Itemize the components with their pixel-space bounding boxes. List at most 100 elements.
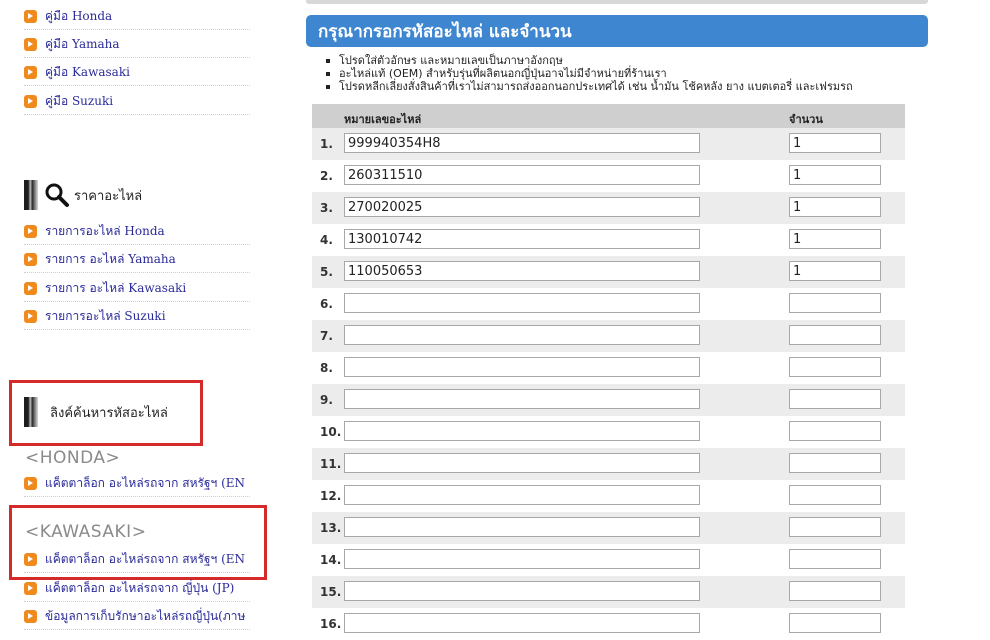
quantity-input[interactable] — [789, 325, 881, 345]
table-row: 12. — [312, 480, 905, 512]
table-row: 4. — [312, 224, 905, 256]
square-bullet-icon — [326, 84, 330, 89]
table-row: 16. — [312, 608, 905, 640]
link-label: แค็ตตาล็อก อะไหล่รถจาก ญี่ปุ่น (JP) — [45, 580, 235, 595]
quantity-input[interactable] — [789, 165, 881, 185]
link-label: แค็ตตาล็อก อะไหล่รถจาก สหรัฐฯ (EN — [45, 551, 246, 566]
quantity-input[interactable] — [789, 261, 881, 281]
quantity-input[interactable] — [789, 389, 881, 409]
part-number-input[interactable] — [344, 581, 700, 601]
part-number-input[interactable] — [344, 325, 700, 345]
sidebar-link-honda-us-catalog[interactable]: แค็ตตาล็อก อะไหล่รถจาก สหรัฐฯ (EN — [24, 470, 250, 497]
part-number-input[interactable] — [344, 229, 700, 249]
main-content: กรุณากรอกรหัสอะไหล่ และจำนวน โปรดใส่ตัวอ… — [306, 0, 928, 635]
row-number: 4. — [320, 233, 333, 247]
row-number: 14. — [320, 553, 342, 567]
arrow-bullet-icon — [24, 37, 37, 51]
column-header-qty: จำนวน — [789, 113, 823, 126]
table-row: 14. — [312, 544, 905, 576]
row-number: 10. — [320, 425, 342, 439]
sidebar-link-manual-yamaha[interactable]: คู่มือ Yamaha — [24, 31, 250, 58]
sidebar-link-manual-honda[interactable]: คู่มือ Honda — [24, 3, 250, 30]
row-number: 13. — [320, 521, 342, 535]
search-icon — [45, 183, 69, 207]
column-header-part: หมายเลขอะไหล่ — [344, 113, 422, 126]
form-banner: กรุณากรอกรหัสอะไหล่ และจำนวน — [306, 15, 928, 47]
sidebar-link-price-suzuki[interactable]: รายการอะไหล่ Suzuki — [24, 303, 250, 330]
quantity-input[interactable] — [789, 453, 881, 473]
banner-title: กรุณากรอกรหัสอะไหล่ และจำนวน — [318, 21, 572, 42]
arrow-bullet-icon — [24, 94, 37, 108]
part-order-table: หมายเลขอะไหล่ จำนวน 1. 2. 3. 4. 5. 6. 7. 8. 9. 10… — [312, 104, 905, 640]
part-number-input[interactable] — [344, 485, 700, 505]
quantity-input[interactable] — [789, 293, 881, 313]
honda-heading: <HONDA> — [25, 448, 121, 468]
instruction-item: โปรดใส่ตัวอักษร และหมายเลขเป็นภาษาอังกฤษ — [326, 54, 853, 67]
sidebar-link-kawasaki-storage-info[interactable]: ข้อมูลการเก็บรักษาอะไหล่รถญี่ปุ่น(ภาษ — [24, 603, 250, 630]
sidebar-link-price-honda[interactable]: รายการอะไหล่ Honda — [24, 218, 250, 245]
part-number-input[interactable] — [344, 517, 700, 537]
arrow-bullet-icon — [24, 581, 37, 595]
link-label: คู่มือ Honda — [45, 8, 113, 23]
tire-icon — [24, 397, 38, 427]
table-row: 5. — [312, 256, 905, 288]
quantity-input[interactable] — [789, 133, 881, 153]
arrow-bullet-icon — [24, 9, 37, 23]
quantity-input[interactable] — [789, 197, 881, 217]
table-row: 2. — [312, 160, 905, 192]
quantity-input[interactable] — [789, 357, 881, 377]
quantity-input[interactable] — [789, 581, 881, 601]
table-row: 7. — [312, 320, 905, 352]
part-number-input[interactable] — [344, 133, 700, 153]
part-number-input[interactable] — [344, 197, 700, 217]
arrow-bullet-icon — [24, 65, 37, 79]
row-number: 1. — [320, 137, 333, 151]
table-row: 6. — [312, 288, 905, 320]
row-number: 9. — [320, 393, 333, 407]
sidebar-link-manual-suzuki[interactable]: คู่มือ Suzuki — [24, 88, 250, 115]
quantity-input[interactable] — [789, 549, 881, 569]
instructions-list: โปรดใส่ตัวอักษร และหมายเลขเป็นภาษาอังกฤษ… — [326, 54, 853, 93]
part-number-input[interactable] — [344, 293, 700, 313]
table-row: 3. — [312, 192, 905, 224]
instruction-item: โปรดหลีกเลี่ยงสั่งสินค้าที่เราไม่สามารถส… — [326, 80, 853, 93]
quantity-input[interactable] — [789, 517, 881, 537]
table-header: หมายเลขอะไหล่ จำนวน — [312, 104, 905, 128]
row-number: 3. — [320, 201, 333, 215]
part-number-input[interactable] — [344, 613, 700, 633]
row-number: 11. — [320, 457, 342, 471]
part-number-input[interactable] — [344, 421, 700, 441]
sidebar-link-price-yamaha[interactable]: รายการ อะไหล่ Yamaha — [24, 246, 250, 273]
table-row: 11. — [312, 448, 905, 480]
quantity-input[interactable] — [789, 421, 881, 441]
sidebar-link-manual-kawasaki[interactable]: คู่มือ Kawasaki — [24, 59, 250, 86]
row-number: 2. — [320, 169, 333, 183]
part-number-input[interactable] — [344, 261, 700, 281]
price-section-title: ราคาอะไหล่ — [74, 188, 143, 204]
arrow-bullet-icon — [24, 552, 37, 566]
sidebar-link-price-kawasaki[interactable]: รายการ อะไหล่ Kawasaki — [24, 275, 250, 302]
arrow-bullet-icon — [24, 224, 37, 238]
square-bullet-icon — [326, 71, 330, 76]
link-label: รายการอะไหล่ Honda — [45, 223, 165, 238]
part-number-input[interactable] — [344, 357, 700, 377]
quantity-input[interactable] — [789, 485, 881, 505]
instruction-item: อะไหล่แท้ (OEM) สำหรับรุ่นที่ผลิตนอกญี่ป… — [326, 67, 853, 80]
row-number: 12. — [320, 489, 342, 503]
sidebar-link-kawasaki-us-catalog[interactable]: แค็ตตาล็อก อะไหล่รถจาก สหรัฐฯ (EN — [24, 546, 250, 573]
part-number-input[interactable] — [344, 549, 700, 569]
part-number-input[interactable] — [344, 165, 700, 185]
part-number-input[interactable] — [344, 389, 700, 409]
part-number-input[interactable] — [344, 453, 700, 473]
sidebar-link-kawasaki-jp-catalog[interactable]: แค็ตตาล็อก อะไหล่รถจาก ญี่ปุ่น (JP) — [24, 575, 250, 602]
row-number: 5. — [320, 265, 333, 279]
table-row: 9. — [312, 384, 905, 416]
row-number: 7. — [320, 329, 333, 343]
arrow-bullet-icon — [24, 476, 37, 490]
link-label: รายการ อะไหล่ Yamaha — [45, 251, 176, 266]
quantity-input[interactable] — [789, 229, 881, 249]
quantity-input[interactable] — [789, 613, 881, 633]
square-bullet-icon — [326, 58, 330, 63]
kawasaki-heading: <KAWASAKI> — [25, 522, 147, 542]
arrow-bullet-icon — [24, 609, 37, 623]
